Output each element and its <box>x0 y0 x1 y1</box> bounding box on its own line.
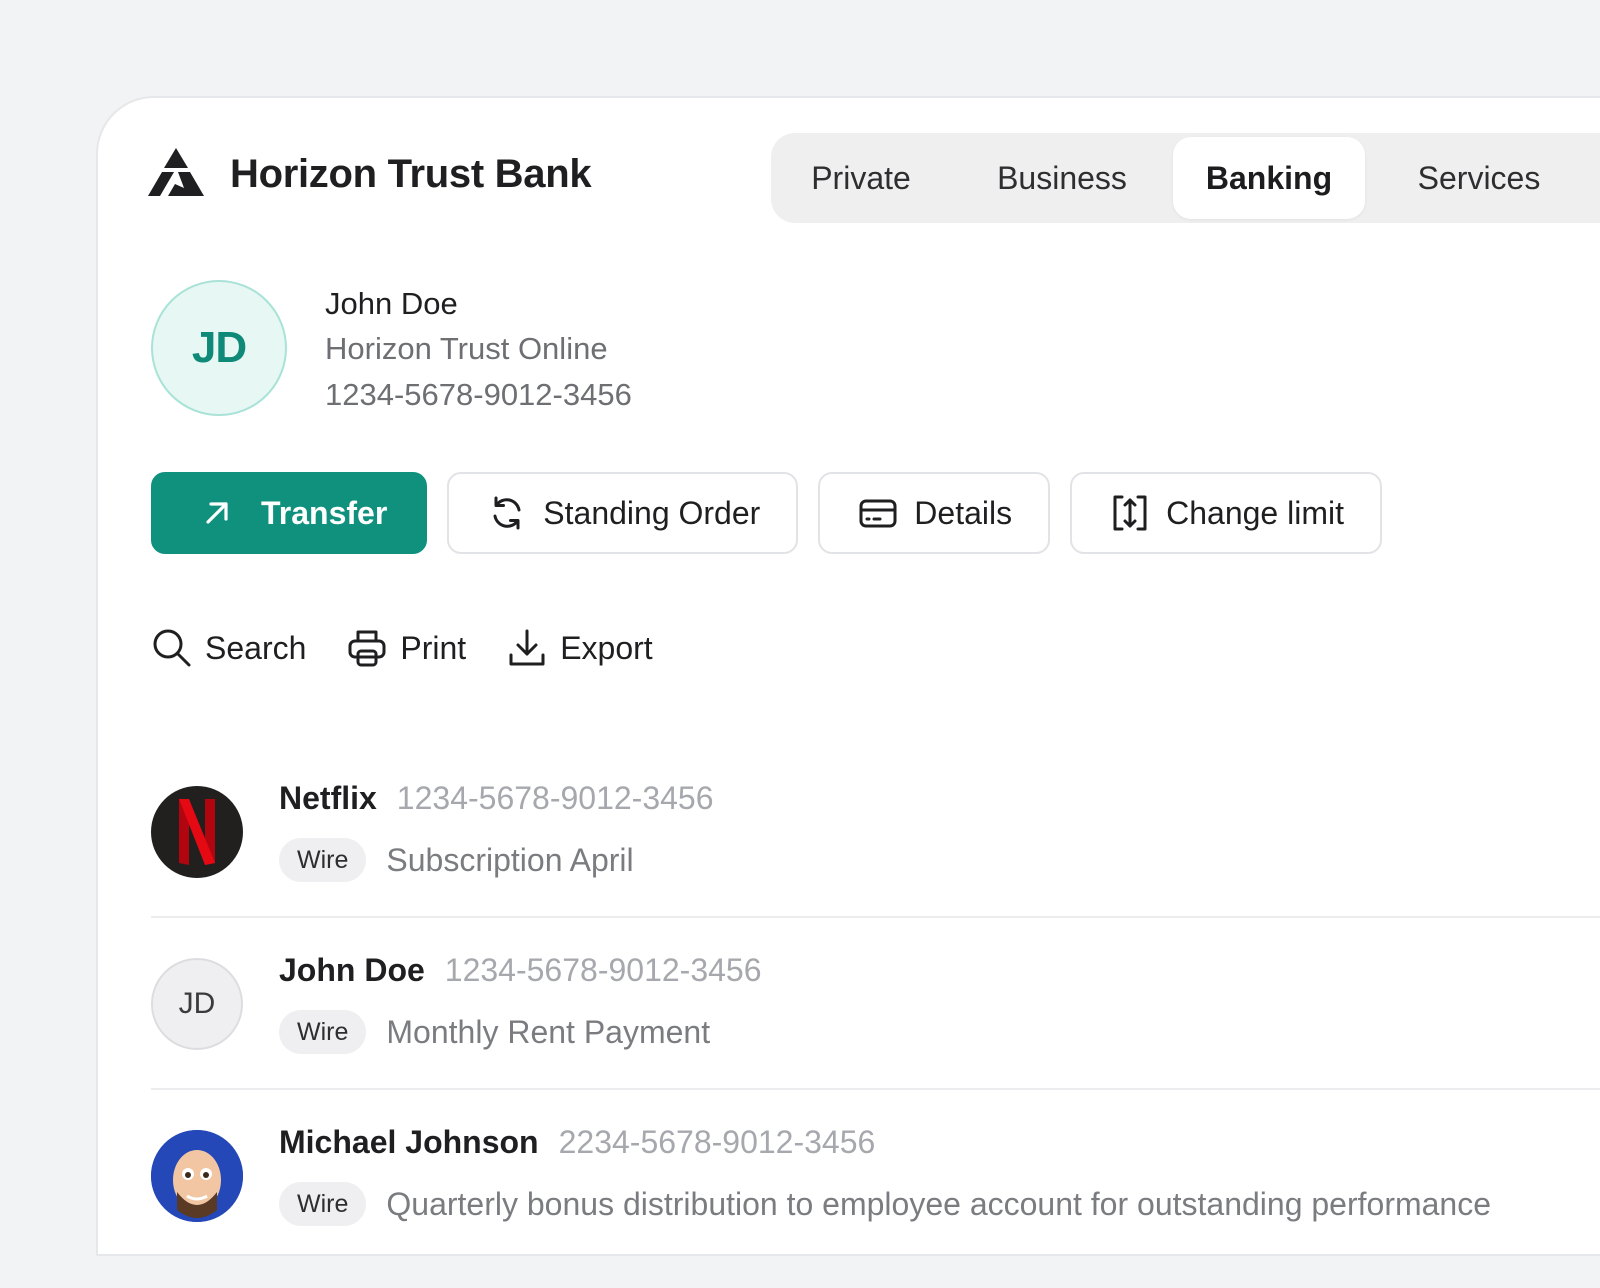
transfer-label: Transfer <box>261 494 388 531</box>
mountain-logo-icon <box>148 148 204 196</box>
transaction-account: 1234-5678-9012-3456 <box>444 952 762 988</box>
change-limit-label: Change limit <box>1166 494 1344 531</box>
search-icon <box>151 627 193 669</box>
transaction-list: Netflix 1234-5678-9012-3456 Wire Subscri… <box>151 772 1600 1288</box>
divider <box>151 916 1600 918</box>
transaction-account: 2234-5678-9012-3456 <box>558 1124 876 1160</box>
list-item[interactable]: Netflix 1234-5678-9012-3456 Wire Subscri… <box>151 772 1600 944</box>
printer-icon <box>346 627 388 669</box>
tab-services[interactable]: Services <box>1365 137 1593 219</box>
list-item[interactable]: JD John Doe 1234-5678-9012-3456 Wire Mon… <box>151 944 1600 1116</box>
resize-vertical-icon <box>1110 493 1150 533</box>
avatar: JD <box>151 958 243 1050</box>
tab-business[interactable]: Business <box>951 137 1173 219</box>
avatar: JD <box>151 280 287 416</box>
card-icon <box>858 493 898 533</box>
download-icon <box>506 627 548 669</box>
nav-tabs: Private Business Banking Services <box>771 133 1600 223</box>
action-bar: Transfer Standing Order Details Change l… <box>151 472 1402 554</box>
brand[interactable]: Horizon Trust Bank <box>148 148 592 200</box>
transaction-description: Monthly Rent Payment <box>386 1013 711 1050</box>
standing-order-button[interactable]: Standing Order <box>447 472 799 554</box>
transaction-type-badge: Wire <box>279 838 367 882</box>
profile-name: John Doe <box>325 286 458 321</box>
standing-order-label: Standing Order <box>543 494 761 531</box>
transaction-account: 1234-5678-9012-3456 <box>396 780 714 816</box>
print-button[interactable]: Print <box>346 627 466 669</box>
tab-private[interactable]: Private <box>771 137 951 219</box>
profile-subtitle: Horizon Trust Online <box>325 331 608 366</box>
account-profile: JD John Doe Horizon Trust Online 1234-56… <box>151 280 632 418</box>
export-label: Export <box>560 629 653 666</box>
brand-name: Horizon Trust Bank <box>230 151 592 196</box>
transaction-description: Quarterly bonus distribution to employee… <box>386 1185 1492 1222</box>
transaction-type-badge: Wire <box>279 1182 367 1226</box>
toolbar: Search Print Export <box>151 627 693 669</box>
profile-account-number: 1234-5678-9012-3456 <box>325 377 632 412</box>
details-button[interactable]: Details <box>818 472 1051 554</box>
transaction-name: Michael Johnson <box>279 1124 539 1160</box>
export-button[interactable]: Export <box>506 627 653 669</box>
refresh-icon <box>487 493 527 533</box>
list-item[interactable]: Michael Johnson 2234-5678-9012-3456 Wire… <box>151 1116 1600 1288</box>
print-label: Print <box>400 629 467 666</box>
arrow-up-right-icon <box>197 493 237 533</box>
divider <box>151 1088 1600 1090</box>
search-button[interactable]: Search <box>151 627 306 669</box>
transaction-type-badge: Wire <box>279 1010 367 1054</box>
transaction-name: Netflix <box>279 780 377 816</box>
change-limit-button[interactable]: Change limit <box>1070 472 1382 554</box>
transaction-name: John Doe <box>279 952 425 988</box>
avatar <box>151 1130 243 1222</box>
search-label: Search <box>205 629 307 666</box>
transaction-description: Subscription April <box>386 841 634 878</box>
tab-banking[interactable]: Banking <box>1173 137 1365 219</box>
netflix-logo-icon <box>151 786 243 878</box>
details-label: Details <box>914 494 1013 531</box>
transfer-button[interactable]: Transfer <box>151 472 428 554</box>
